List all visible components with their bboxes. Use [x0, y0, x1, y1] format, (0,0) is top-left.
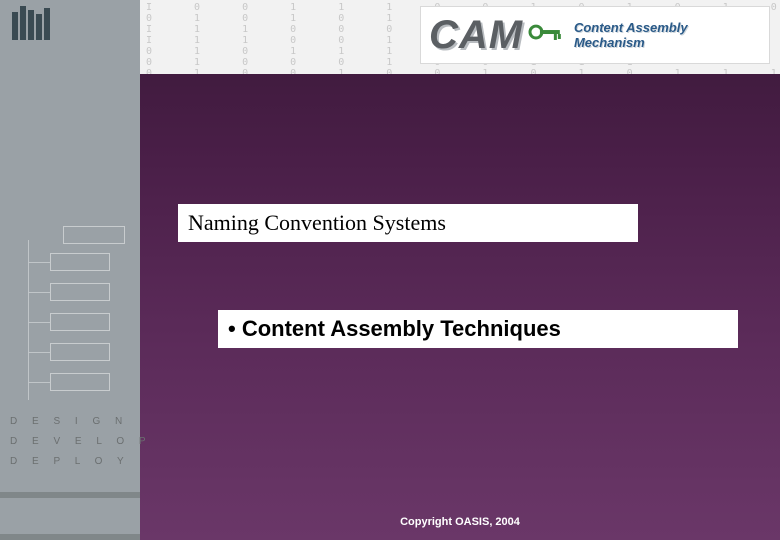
slide-title: Naming Convention Systems [178, 204, 638, 242]
sidebar: D E S I G N D E V E L O P D E P L O Y [0, 0, 140, 540]
footer-copyright: Copyright OASIS, 2004 [140, 516, 780, 528]
cam-acronym-icon: CAM [429, 13, 522, 58]
slide-bullet: • Content Assembly Techniques [218, 310, 738, 348]
sidebar-word-develop: D E V E L O P [10, 432, 152, 452]
sidebar-bottom-decoration [0, 492, 140, 540]
sidebar-tree-graphic [18, 250, 128, 400]
sidebar-word-design: D E S I G N [10, 412, 152, 432]
cam-full-text: Content Assembly Mechanism [574, 20, 761, 50]
slide: D E S I G N D E V E L O P D E P L O Y I … [0, 0, 780, 540]
cam-logo: CAM Content Assembly Mechanism [420, 6, 770, 64]
key-icon [528, 22, 562, 52]
oasis-logo-icon [12, 6, 50, 40]
sidebar-words: D E S I G N D E V E L O P D E P L O Y [10, 412, 152, 472]
header-banner: I 0 0 1 1 1 0 0 1 0 1 0 1 0 0 0 1 0 0 0 … [140, 0, 780, 74]
content-area: Naming Convention Systems • Content Asse… [140, 74, 780, 540]
sidebar-word-deploy: D E P L O Y [10, 452, 152, 472]
